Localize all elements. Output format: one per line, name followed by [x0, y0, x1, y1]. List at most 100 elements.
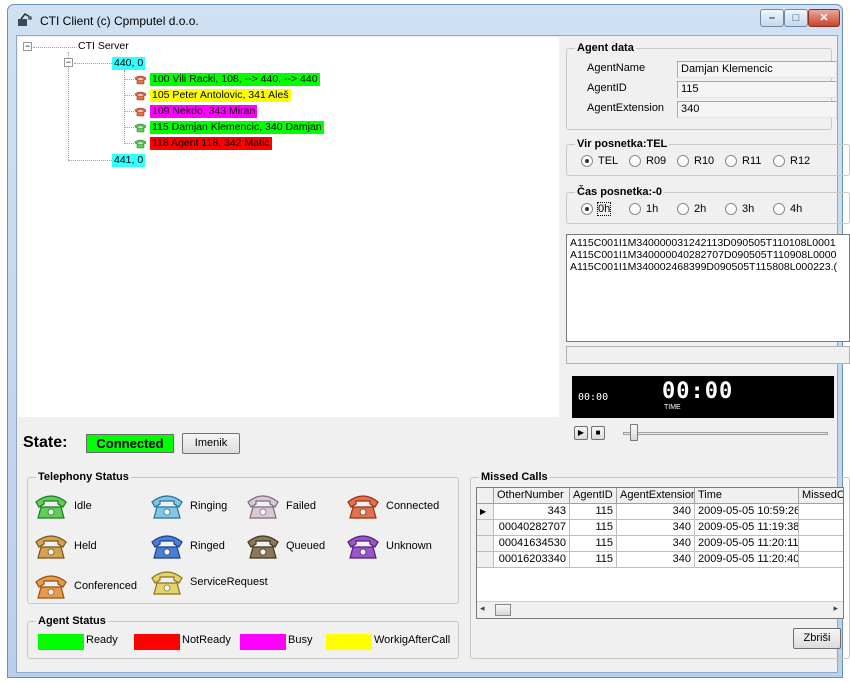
table-cell[interactable]: 2009-05-05 10:59:26: [695, 504, 799, 520]
vir-radio-r10[interactable]: R10: [677, 155, 714, 167]
tree-agent-node[interactable]: 109 Nekdo, 343 Miran: [150, 105, 258, 118]
cas-radio-1h[interactable]: 1h: [629, 203, 658, 215]
agent-tree[interactable]: − CTI Server − 440, 0 100 Vili Racki, 10…: [18, 37, 559, 417]
failed-phone-icon: [247, 495, 279, 519]
app-window: CTI Client (c) Cpmputel d.o.o. – □ ✕ − C…: [7, 4, 850, 678]
telephony-status-label: Unknown: [386, 540, 432, 552]
tree-queue-441[interactable]: 441, 0: [112, 154, 146, 167]
play-button[interactable]: ▶: [574, 426, 588, 440]
cas-radio-0h[interactable]: 0h: [581, 202, 612, 216]
table-cell[interactable]: 115: [570, 536, 617, 552]
title-bar[interactable]: CTI Client (c) Cpmputel d.o.o. – □ ✕: [8, 5, 842, 35]
radio-circle-icon: [677, 203, 689, 215]
table-cell[interactable]: 115: [570, 520, 617, 536]
column-header[interactable]: AgentID: [570, 488, 617, 504]
row-header[interactable]: [477, 520, 494, 536]
tree-agent-node[interactable]: 115 Damjan Klemencic, 340 Damjan: [150, 121, 324, 134]
stop-button[interactable]: ■: [591, 426, 605, 440]
telephony-status-label: Conferenced: [74, 580, 137, 592]
collapse-icon[interactable]: −: [23, 42, 32, 51]
held-phone-icon: [35, 535, 67, 559]
tree-root-cti-server[interactable]: CTI Server: [76, 40, 131, 53]
zbrisi-button[interactable]: Zbriši: [793, 628, 841, 649]
telephony-status-label: ServiceRequest: [190, 576, 268, 588]
vir-radio-r09[interactable]: R09: [629, 155, 666, 167]
tree-queue-440[interactable]: 440, 0: [112, 57, 146, 70]
cas-radio-label: 3h: [742, 203, 755, 215]
table-cell[interactable]: [799, 504, 843, 520]
recording-item[interactable]: A115C001I1M340002468399D090505T115808L00…: [570, 261, 846, 273]
vir-radio-r11[interactable]: R11: [725, 155, 761, 167]
telephony-status-title: Telephony Status: [36, 471, 131, 483]
collapse-icon[interactable]: −: [64, 58, 73, 67]
table-cell[interactable]: 00016203340: [494, 552, 570, 568]
cas-radio-2h[interactable]: 2h: [677, 203, 706, 215]
table-cell[interactable]: 340: [617, 536, 695, 552]
cas-radio-3h[interactable]: 3h: [725, 203, 754, 215]
agent-status-title: Agent Status: [36, 615, 108, 627]
table-cell[interactable]: 2009-05-05 11:20:40: [695, 552, 799, 568]
horizontal-scrollbar[interactable]: ◂ ▸: [477, 601, 843, 618]
agent-extension-label: AgentExtension: [587, 102, 665, 114]
agent-status-group: Agent Status Ready NotReady Busy WorkigAfte…: [27, 615, 459, 659]
player-position: 00:00: [578, 392, 609, 403]
minimize-icon: –: [768, 12, 776, 24]
tree-agent-node[interactable]: 100 Vili Racki, 108, --> 440, --> 440: [150, 73, 320, 86]
connected-phone-icon: [347, 495, 379, 519]
recording-item[interactable]: A115C001I1M340000040282707D090505T110908…: [570, 249, 846, 261]
cas-radio-4h[interactable]: 4h: [773, 203, 802, 215]
telephony-status-label: Ringed: [190, 540, 225, 552]
row-header[interactable]: [477, 536, 494, 552]
idle-phone-icon: [134, 139, 147, 149]
table-cell[interactable]: 340: [617, 552, 695, 568]
vir-radio-tel[interactable]: TEL: [581, 155, 618, 167]
table-cell[interactable]: 340: [617, 504, 695, 520]
play-icon: ▶: [577, 428, 585, 437]
table-cell[interactable]: 340: [617, 520, 695, 536]
unknown-phone-icon: [347, 535, 379, 559]
table-cell[interactable]: 115: [570, 552, 617, 568]
table-cell[interactable]: 2009-05-05 11:20:11: [695, 536, 799, 552]
missed-calls-table[interactable]: OtherNumber AgentID AgentExtension Time Miss…: [476, 487, 844, 619]
connected-phone-icon: [134, 75, 147, 85]
cas-posnetka-title: Čas posnetka:-0: [575, 186, 664, 198]
agent-extension-field: 340: [677, 101, 837, 118]
player-display: 00:00 00:00 TIME: [572, 376, 834, 418]
recordings-list[interactable]: A115C001I1M340000031242113D090505T110108…: [566, 234, 850, 342]
imenik-button[interactable]: Imenik: [182, 433, 240, 454]
table-cell[interactable]: 00041634530: [494, 536, 570, 552]
table-cell[interactable]: 00040282707: [494, 520, 570, 536]
row-header[interactable]: ▶: [477, 504, 494, 520]
column-header[interactable]: OtherNumber: [494, 488, 570, 504]
table-cell[interactable]: 343: [494, 504, 570, 520]
column-header[interactable]: Time: [695, 488, 799, 504]
vir-radio-label: R11: [742, 155, 762, 167]
column-header[interactable]: AgentExtension: [617, 488, 695, 504]
scrollbar-thumb[interactable]: [495, 604, 511, 616]
seek-slider-thumb[interactable]: [630, 424, 638, 441]
table-cell[interactable]: [799, 520, 843, 536]
stop-icon: ■: [595, 428, 601, 437]
column-header[interactable]: MissedC: [799, 488, 843, 504]
maximize-button[interactable]: □: [784, 9, 808, 27]
tree-agent-node[interactable]: 118 Agent 118, 342 Matic: [150, 137, 272, 150]
table-cell[interactable]: 2009-05-05 11:19:38: [695, 520, 799, 536]
minimize-button[interactable]: –: [760, 9, 784, 27]
recording-item[interactable]: A115C001I1M340000031242113D090505T110108…: [570, 237, 846, 249]
telephony-status-label: Held: [74, 540, 97, 552]
telephony-status-label: Queued: [286, 540, 326, 552]
player-time: 00:00: [662, 379, 734, 404]
row-header[interactable]: [477, 552, 494, 568]
seek-track[interactable]: [623, 432, 828, 435]
vir-radio-r12[interactable]: R12: [773, 155, 810, 167]
scroll-right-icon[interactable]: ▸: [833, 603, 838, 614]
table-cell[interactable]: [799, 536, 843, 552]
radio-circle-icon: [581, 203, 593, 215]
close-button[interactable]: ✕: [808, 9, 840, 27]
scroll-left-icon[interactable]: ◂: [480, 603, 485, 614]
table-cell[interactable]: 115: [570, 504, 617, 520]
telephony-status-label: Idle: [74, 500, 92, 512]
tree-agent-node[interactable]: 105 Peter Antolovic, 341 Aleš: [150, 89, 291, 102]
table-cell[interactable]: [799, 552, 843, 568]
agent-name-label: AgentName: [587, 62, 646, 74]
